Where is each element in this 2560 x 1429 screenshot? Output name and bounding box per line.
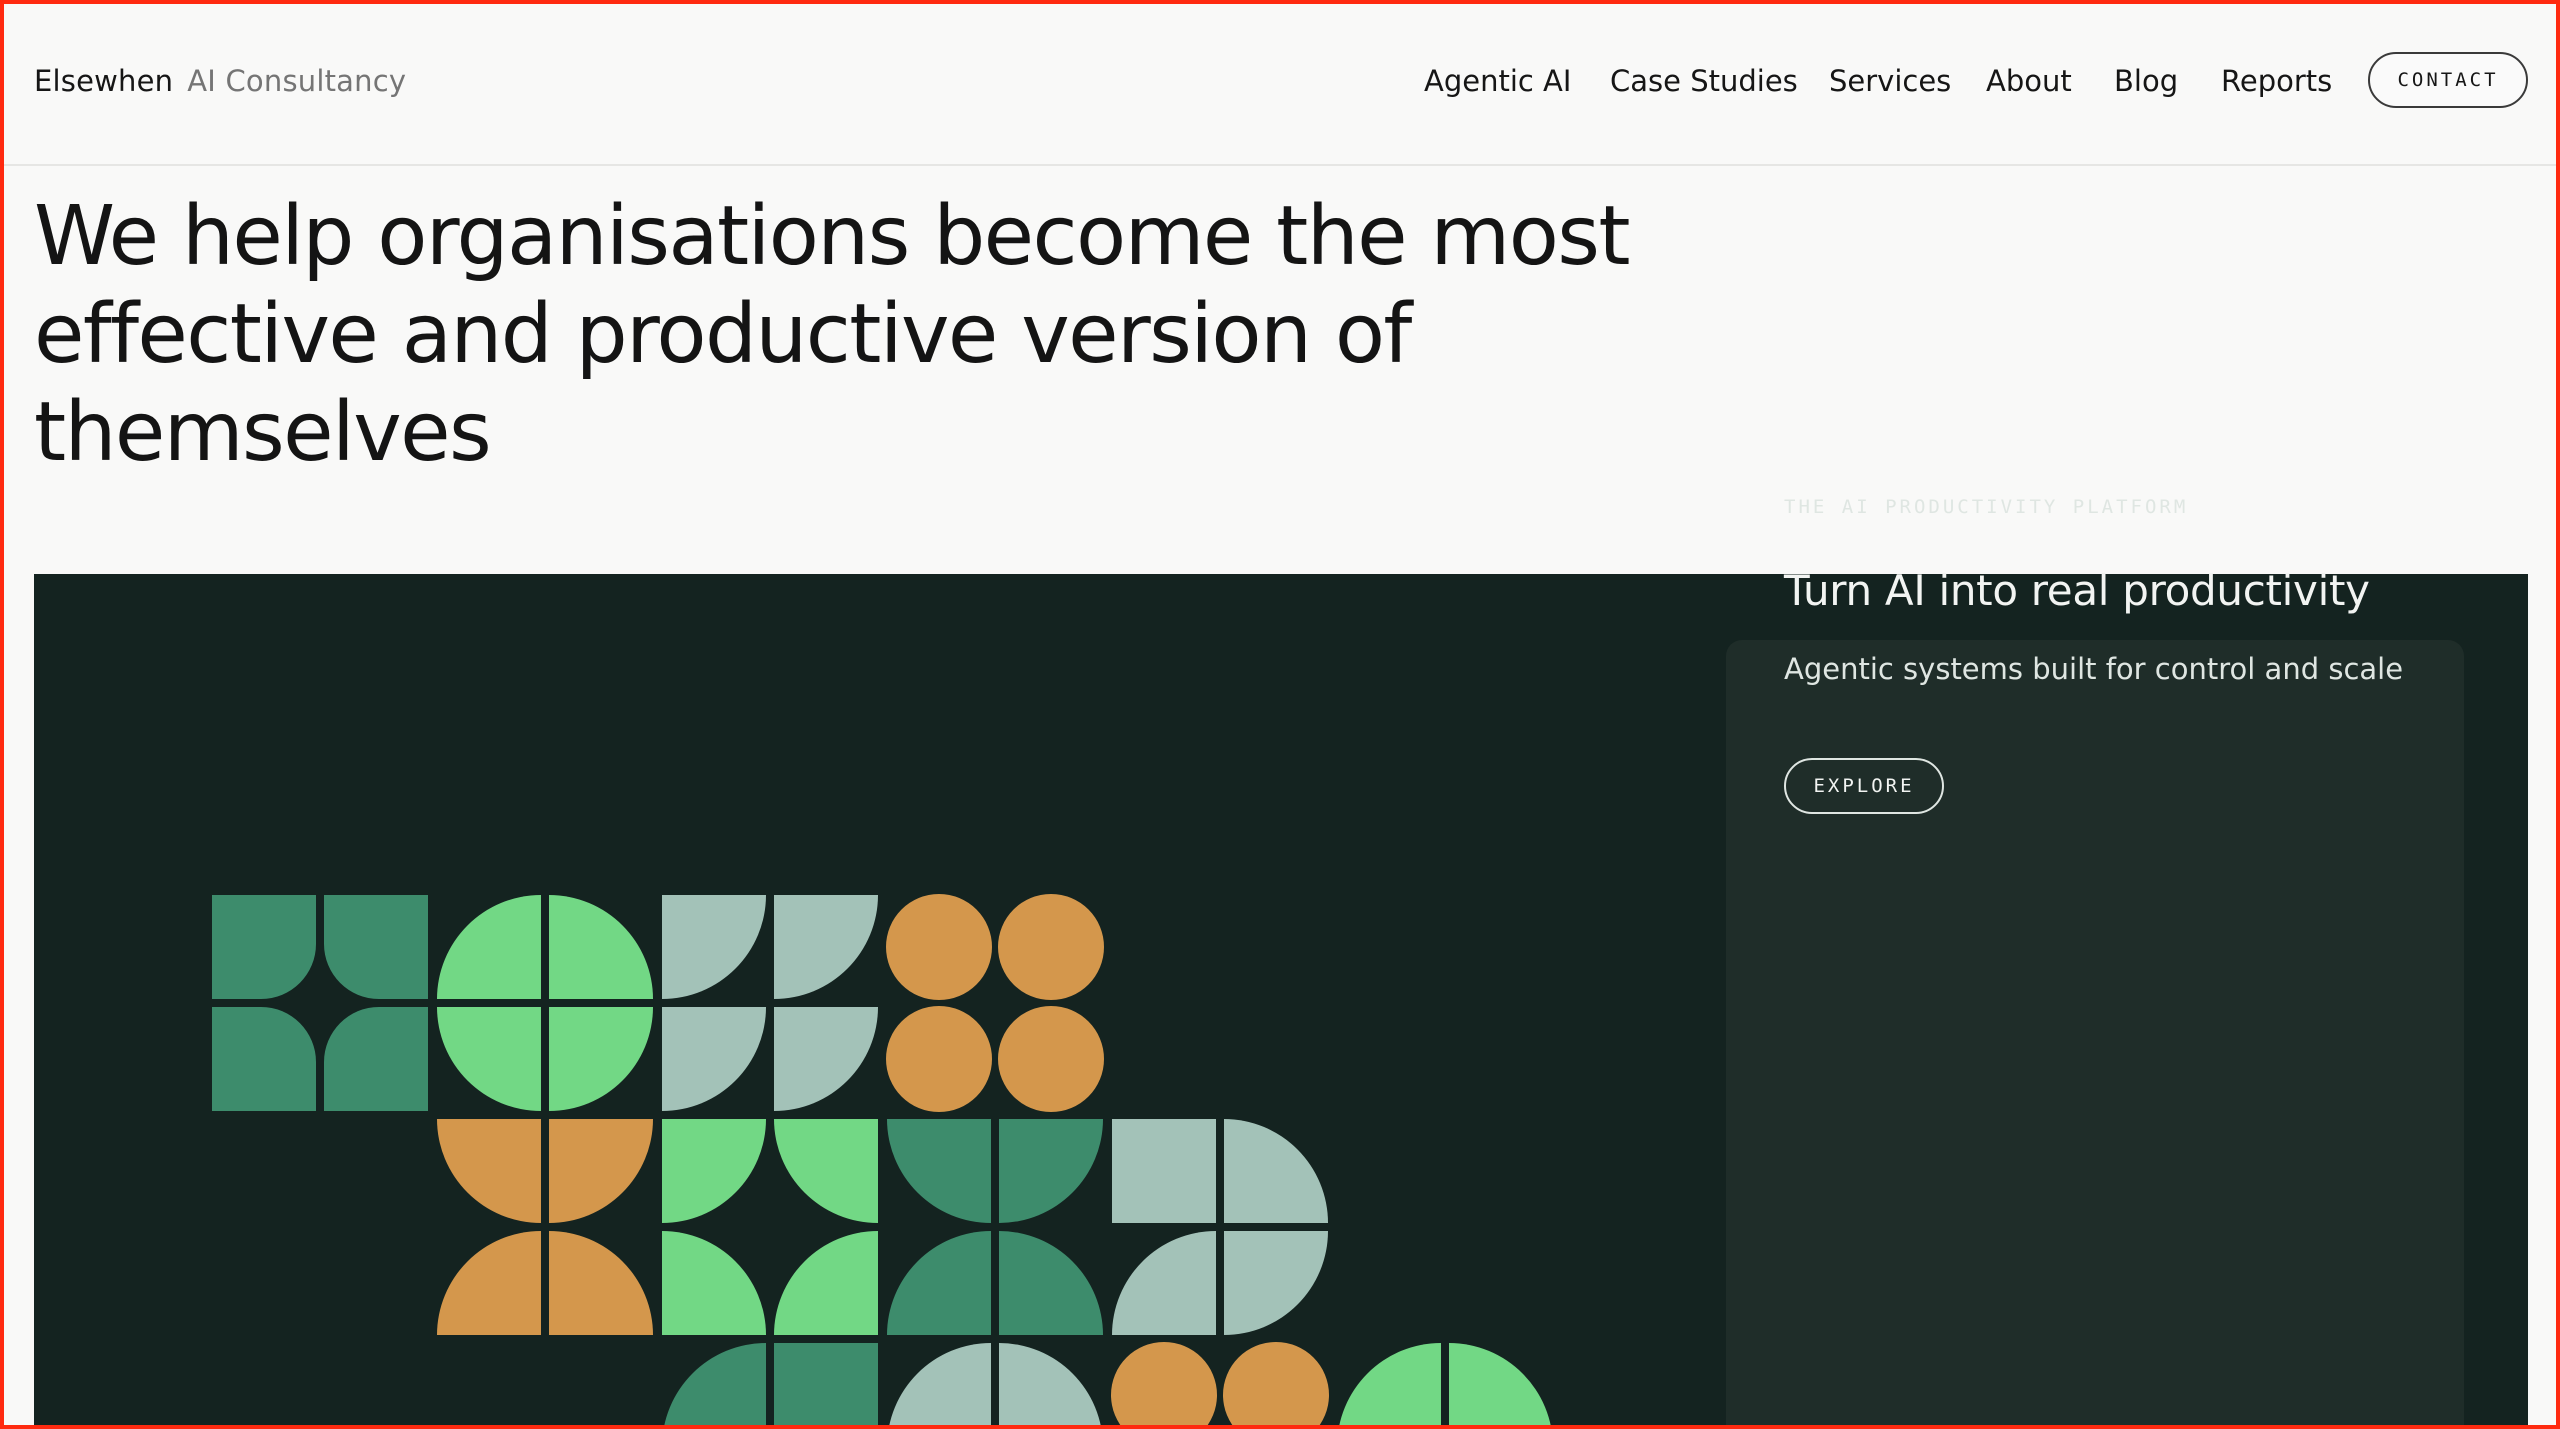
nav-reports[interactable]: Reports [2221,64,2332,98]
explore-button[interactable]: EXPLORE [1784,758,1944,814]
geometric-pattern [212,894,1552,1429]
pattern-row-bottom-dark [663,1343,878,1429]
contact-button[interactable]: CONTACT [2368,52,2528,108]
card-eyebrow: THE AI PRODUCTIVITY PLATFORM [1784,496,2189,518]
pattern-block-orange-circles [886,894,1104,1112]
pattern-block-green-leaves [437,895,653,1111]
page-headline: We help organisations become the most ef… [34,188,1794,482]
headline-line-1: We help organisations become the most [34,189,1631,284]
pattern-block-dark-semicircles [887,1119,1103,1335]
pattern-block-sage-circle [1112,1119,1328,1335]
pattern-block-green-quarters [662,1119,878,1335]
card-title: Turn AI into real productivity [1784,566,2370,615]
nav-about[interactable]: About [1986,64,2072,98]
pattern-block-orange-semicircles [437,1119,653,1335]
pattern-row-bottom-sage [888,1343,1102,1429]
nav-agentic-ai[interactable]: Agentic AI [1424,64,1571,98]
brand-tagline: AI Consultancy [187,64,407,98]
pattern-row-bottom-green [1338,1343,1552,1429]
card-subtitle: Agentic systems built for control and sc… [1784,652,2404,686]
nav-services[interactable]: Services [1829,64,1951,98]
site-header: Elsewhen AI Consultancy Agentic AI Case S… [0,0,2560,166]
headline-line-2: effective and productive version of them… [34,287,1412,480]
nav-blog[interactable]: Blog [2114,64,2178,98]
hero-banner [34,574,2528,1429]
nav-case-studies[interactable]: Case Studies [1610,64,1798,98]
brand-name: Elsewhen [34,64,174,98]
brand-logo[interactable]: Elsewhen AI Consultancy [34,64,406,98]
pattern-block-dark-squares [212,895,428,1111]
pattern-block-sage [662,895,878,1111]
pattern-row-bottom-orange [1111,1342,1329,1429]
